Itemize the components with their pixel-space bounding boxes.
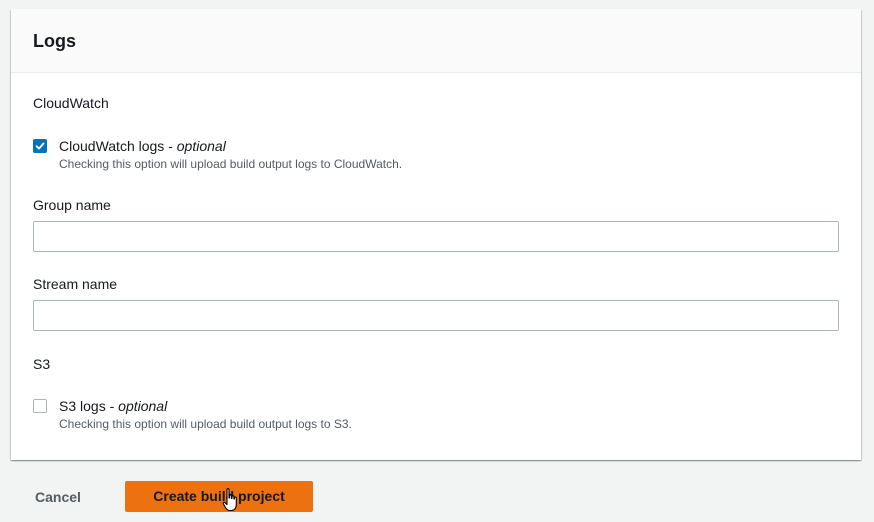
s3-logs-separator: - (105, 398, 119, 414)
cancel-button[interactable]: Cancel (22, 482, 94, 512)
group-name-label: Group name (33, 197, 111, 213)
cloudwatch-logs-description: Checking this option will upload build o… (59, 157, 403, 171)
cloudwatch-section-label: CloudWatch (33, 95, 109, 111)
cloudwatch-logs-separator: - (164, 138, 177, 154)
cloudwatch-logs-label[interactable]: CloudWatch logs - optional (59, 136, 402, 156)
stream-name-input[interactable] (33, 300, 839, 331)
panel-header: Logs (11, 9, 861, 73)
logs-panel: Logs CloudWatch CloudWatch logs - option… (11, 9, 861, 460)
cloudwatch-logs-option[interactable]: CloudWatch logs - optional Checking this… (33, 136, 402, 172)
create-build-project-button[interactable]: Create build project (125, 481, 313, 512)
s3-logs-label[interactable]: S3 logs - optional (59, 396, 352, 416)
s3-logs-description: Checking this option will upload build o… (59, 417, 352, 431)
group-name-input[interactable] (33, 221, 839, 252)
cloudwatch-logs-label-text: CloudWatch logs (59, 138, 165, 154)
stream-name-label: Stream name (33, 276, 118, 292)
s3-logs-option[interactable]: S3 logs - optional Checking this option … (33, 396, 352, 432)
hand-pointer-icon (222, 488, 237, 512)
check-icon (35, 142, 45, 150)
s3-logs-checkbox[interactable] (33, 399, 47, 413)
s3-logs-optional: optional (118, 398, 168, 414)
cloudwatch-logs-optional: optional (176, 138, 226, 154)
panel-title: Logs (33, 31, 76, 51)
cloudwatch-logs-checkbox[interactable] (33, 139, 47, 153)
s3-logs-label-text: S3 logs (59, 398, 106, 414)
s3-section-label: S3 (33, 356, 51, 372)
